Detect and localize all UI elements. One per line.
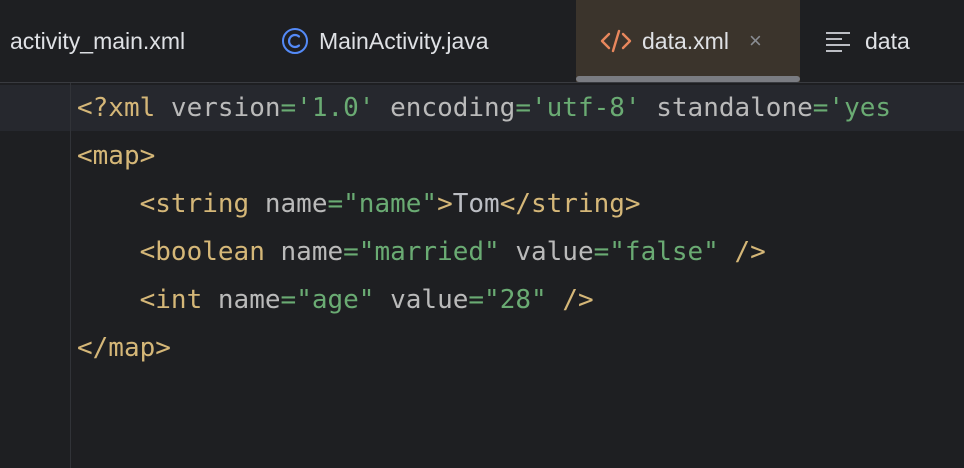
equals-sign: = [343, 237, 359, 267]
tab-label: activity_main.xml [10, 27, 186, 54]
ide-window: activity_main.xml MainActivity.java data… [0, 0, 964, 468]
value-name: "name" [343, 189, 438, 219]
value-name: "age" [296, 285, 375, 315]
value-name: "married" [358, 237, 500, 267]
boolean-open-tag: <boolean [139, 237, 265, 267]
equals-sign: = [468, 285, 485, 315]
code-line-5[interactable]: <int name="age" value="28" /> [77, 276, 594, 324]
text-lines-icon [825, 29, 851, 53]
map-close-tag: </map> [77, 333, 171, 363]
gutter-divider [70, 83, 71, 468]
attr-encoding: encoding [374, 93, 516, 123]
attr-standalone: standalone [640, 93, 813, 123]
editor-tab-bar: activity_main.xml MainActivity.java data… [0, 0, 964, 83]
close-icon[interactable]: × [749, 28, 762, 54]
attr-value: value [374, 285, 469, 315]
code-line-3[interactable]: <string name="name">Tom</string> [77, 180, 641, 228]
string-text-content: Tom [452, 189, 500, 219]
code-editor[interactable]: <?xml version='1.0' encoding='utf-8' sta… [0, 83, 964, 468]
string-open-tag: <string [139, 189, 250, 219]
value-encoding: 'utf-8' [531, 93, 641, 123]
code-line-4[interactable]: <boolean name="married" value="false" /> [77, 228, 766, 276]
code-line-1[interactable]: <?xml version='1.0' encoding='utf-8' sta… [77, 84, 891, 132]
active-tab-indicator [576, 76, 800, 82]
equals-sign: = [327, 189, 344, 219]
equals-sign: = [812, 93, 829, 123]
tag-close-bracket: > [437, 189, 453, 219]
value-version: '1.0' [296, 93, 375, 123]
tab-main-activity-java[interactable]: MainActivity.java [270, 0, 576, 82]
attr-name: name [264, 237, 344, 267]
value-value: "false" [609, 237, 719, 267]
attr-name: name [249, 189, 328, 219]
value-value: "28" [484, 285, 547, 315]
attr-value: value [499, 237, 594, 267]
equals-sign: = [593, 237, 610, 267]
equals-sign: = [280, 93, 297, 123]
value-standalone: 'yes [828, 93, 892, 123]
self-close-tag: /> [546, 285, 594, 315]
attr-version: version [155, 93, 281, 123]
string-close-tag: </string> [499, 189, 641, 219]
int-open-tag: <int [139, 285, 203, 315]
attr-name: name [202, 285, 281, 315]
map-open-tag: <map> [77, 141, 156, 171]
equals-sign: = [515, 93, 531, 123]
tab-label: data [865, 27, 910, 54]
code-line-6[interactable]: </map> [77, 324, 171, 372]
tab-label: MainActivity.java [319, 27, 489, 54]
tab-data-xml[interactable]: data.xml × [576, 0, 800, 82]
tab-label: data.xml [642, 27, 729, 54]
java-class-icon [281, 27, 309, 55]
xml-code-icon [600, 27, 632, 55]
code-line-2[interactable]: <map> [77, 132, 155, 180]
self-close-tag: /> [718, 237, 766, 267]
tab-data[interactable]: data [800, 0, 964, 82]
tab-activity-main-xml[interactable]: activity_main.xml [0, 0, 270, 82]
equals-sign: = [280, 285, 297, 315]
xml-declaration-open: <?xml [77, 93, 156, 123]
